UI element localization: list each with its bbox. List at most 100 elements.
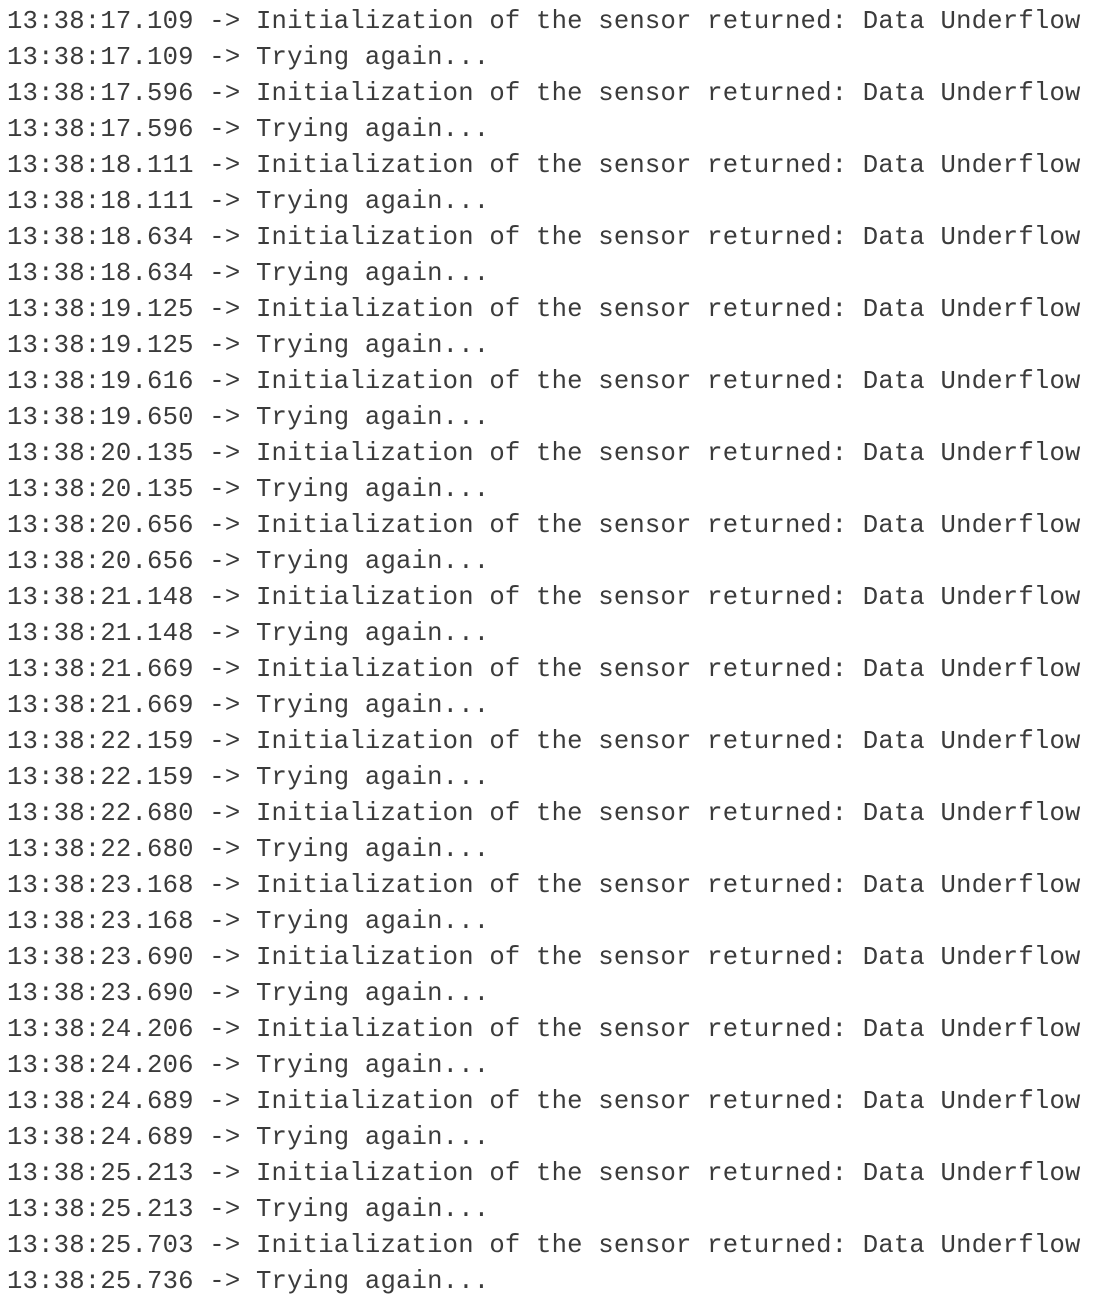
log-message: Trying again... [255, 691, 490, 720]
log-line: 13:38:22.159 -> Trying again... [7, 760, 489, 796]
log-line: 13:38:19.125 -> Initialization of the se… [7, 292, 1081, 328]
log-timestamp: 13:38:21.669 [7, 691, 194, 720]
log-line: 13:38:20.656 -> Trying again... [7, 544, 489, 580]
log-message: Trying again... [255, 907, 490, 936]
log-timestamp: 13:38:22.159 [7, 727, 194, 756]
log-message: Initialization of the sensor returned: D… [255, 799, 1081, 828]
log-separator: -> [193, 763, 256, 792]
log-separator: -> [193, 511, 256, 540]
log-separator: -> [193, 223, 256, 252]
log-timestamp: 13:38:23.690 [7, 979, 194, 1008]
log-line: 13:38:18.634 -> Trying again... [7, 256, 489, 292]
log-separator: -> [193, 1123, 256, 1152]
log-timestamp: 13:38:25.213 [7, 1159, 194, 1188]
log-timestamp: 13:38:25.213 [7, 1195, 194, 1224]
log-message: Trying again... [255, 763, 490, 792]
log-line: 13:38:17.596 -> Trying again... [7, 112, 489, 148]
log-timestamp: 13:38:17.109 [7, 43, 194, 72]
log-line: 13:38:24.206 -> Initialization of the se… [7, 1012, 1081, 1048]
log-timestamp: 13:38:24.689 [7, 1087, 194, 1116]
log-message: Trying again... [255, 547, 490, 576]
log-line: 13:38:21.669 -> Trying again... [7, 688, 489, 724]
log-message: Trying again... [255, 43, 490, 72]
log-line: 13:38:20.656 -> Initialization of the se… [7, 508, 1081, 544]
log-separator: -> [193, 367, 256, 396]
log-separator: -> [193, 655, 256, 684]
log-line: 13:38:17.109 -> Initialization of the se… [7, 4, 1081, 40]
log-message: Initialization of the sensor returned: D… [255, 511, 1081, 540]
log-line: 13:38:19.125 -> Trying again... [7, 328, 489, 364]
log-line: 13:38:20.135 -> Trying again... [7, 472, 489, 508]
log-timestamp: 13:38:20.656 [7, 547, 194, 576]
log-separator: -> [193, 583, 256, 612]
log-message: Initialization of the sensor returned: D… [255, 7, 1081, 36]
log-separator: -> [193, 835, 256, 864]
log-line: 13:38:24.689 -> Trying again... [7, 1120, 489, 1156]
log-separator: -> [193, 619, 256, 648]
log-timestamp: 13:38:25.736 [7, 1267, 194, 1296]
log-timestamp: 13:38:23.168 [7, 907, 194, 936]
log-line: 13:38:18.111 -> Trying again... [7, 184, 489, 220]
log-line: 13:38:23.690 -> Initialization of the se… [7, 940, 1081, 976]
log-timestamp: 13:38:18.111 [7, 151, 194, 180]
serial-monitor-output: 13:38:17.109 -> Initialization of the se… [0, 0, 1100, 1300]
log-line: 13:38:24.689 -> Initialization of the se… [7, 1084, 1081, 1120]
log-timestamp: 13:38:21.148 [7, 619, 194, 648]
log-separator: -> [193, 439, 256, 468]
log-line: 13:38:23.168 -> Initialization of the se… [7, 868, 1081, 904]
log-separator: -> [193, 1087, 256, 1116]
log-message: Trying again... [255, 403, 490, 432]
log-timestamp: 13:38:23.690 [7, 943, 194, 972]
log-timestamp: 13:38:22.159 [7, 763, 194, 792]
log-timestamp: 13:38:17.596 [7, 115, 194, 144]
log-message: Initialization of the sensor returned: D… [255, 1015, 1081, 1044]
log-timestamp: 13:38:20.135 [7, 475, 194, 504]
log-message: Trying again... [255, 331, 490, 360]
log-separator: -> [193, 1195, 256, 1224]
log-separator: -> [193, 871, 256, 900]
log-message: Trying again... [255, 115, 490, 144]
log-message: Trying again... [255, 1267, 490, 1296]
log-line: 13:38:22.680 -> Initialization of the se… [7, 796, 1081, 832]
log-separator: -> [193, 475, 256, 504]
log-line: 13:38:18.634 -> Initialization of the se… [7, 220, 1081, 256]
log-message: Initialization of the sensor returned: D… [255, 583, 1081, 612]
log-separator: -> [193, 7, 256, 36]
log-line: 13:38:25.736 -> Trying again... [7, 1264, 489, 1300]
log-timestamp: 13:38:18.111 [7, 187, 194, 216]
log-timestamp: 13:38:20.656 [7, 511, 194, 540]
log-message: Trying again... [255, 475, 490, 504]
log-separator: -> [193, 1015, 256, 1044]
log-timestamp: 13:38:24.689 [7, 1123, 194, 1152]
log-separator: -> [193, 403, 256, 432]
log-timestamp: 13:38:19.125 [7, 295, 194, 324]
log-separator: -> [193, 331, 256, 360]
log-timestamp: 13:38:23.168 [7, 871, 194, 900]
log-separator: -> [193, 43, 256, 72]
log-line: 13:38:25.213 -> Initialization of the se… [7, 1156, 1081, 1192]
log-timestamp: 13:38:25.703 [7, 1231, 194, 1260]
log-timestamp: 13:38:22.680 [7, 835, 194, 864]
log-message: Initialization of the sensor returned: D… [255, 727, 1081, 756]
log-separator: -> [193, 547, 256, 576]
log-line: 13:38:24.206 -> Trying again... [7, 1048, 489, 1084]
log-line: 13:38:17.109 -> Trying again... [7, 40, 489, 76]
log-separator: -> [193, 979, 256, 1008]
log-timestamp: 13:38:17.109 [7, 7, 194, 36]
log-separator: -> [193, 1159, 256, 1188]
log-separator: -> [193, 799, 256, 828]
log-message: Initialization of the sensor returned: D… [255, 439, 1081, 468]
log-line: 13:38:21.669 -> Initialization of the se… [7, 652, 1081, 688]
log-line: 13:38:23.168 -> Trying again... [7, 904, 489, 940]
log-line: 13:38:23.690 -> Trying again... [7, 976, 489, 1012]
log-timestamp: 13:38:19.650 [7, 403, 194, 432]
log-message: Trying again... [255, 979, 490, 1008]
log-message: Initialization of the sensor returned: D… [255, 1159, 1081, 1188]
log-separator: -> [193, 691, 256, 720]
log-separator: -> [193, 187, 256, 216]
log-timestamp: 13:38:22.680 [7, 799, 194, 828]
log-separator: -> [193, 295, 256, 324]
log-line: 13:38:22.680 -> Trying again... [7, 832, 489, 868]
log-message: Trying again... [255, 1123, 490, 1152]
log-separator: -> [193, 1051, 256, 1080]
